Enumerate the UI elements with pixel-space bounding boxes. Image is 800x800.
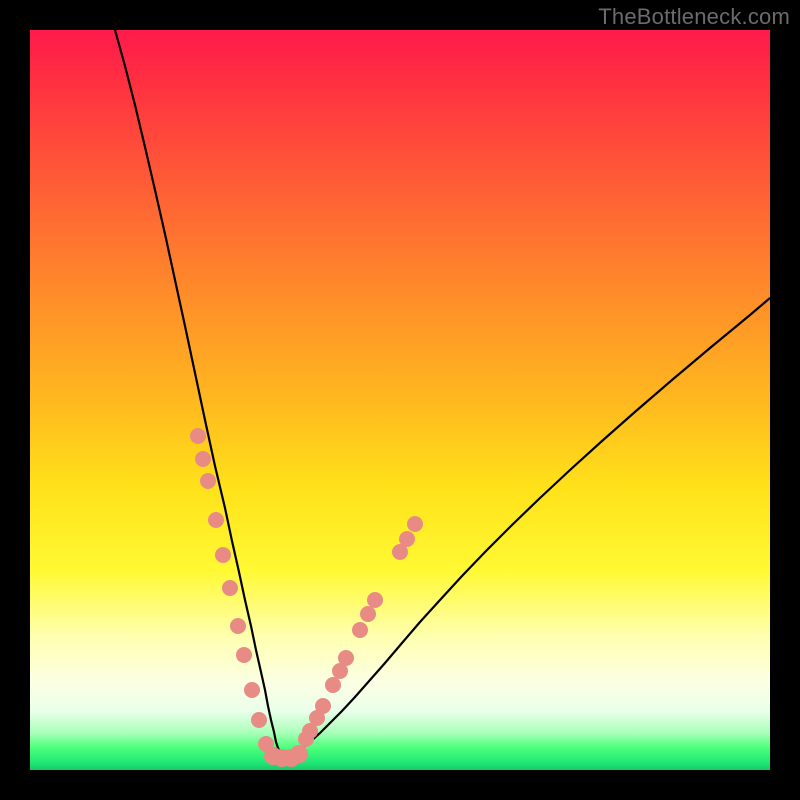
data-dot xyxy=(215,547,231,563)
bottleneck-curve xyxy=(115,30,770,754)
data-dot xyxy=(251,712,267,728)
data-dot xyxy=(338,650,354,666)
data-dot xyxy=(244,682,260,698)
data-dot xyxy=(367,592,383,608)
right-branch-dots xyxy=(298,516,423,747)
data-dot xyxy=(195,451,211,467)
chart-svg xyxy=(30,30,770,770)
left-branch-dots xyxy=(190,428,274,752)
data-dot xyxy=(208,512,224,528)
data-dot xyxy=(190,428,206,444)
watermark-text: TheBottleneck.com xyxy=(598,4,790,30)
data-dot xyxy=(290,745,308,763)
data-dot xyxy=(407,516,423,532)
data-dot xyxy=(222,580,238,596)
data-dot xyxy=(399,531,415,547)
data-dot xyxy=(352,622,368,638)
bottom-flat-dots xyxy=(264,745,308,767)
data-dot xyxy=(360,606,376,622)
data-dot xyxy=(325,677,341,693)
chart-frame xyxy=(30,30,770,770)
data-dot xyxy=(230,618,246,634)
data-dot xyxy=(236,647,252,663)
data-dot xyxy=(200,473,216,489)
data-dot xyxy=(315,698,331,714)
